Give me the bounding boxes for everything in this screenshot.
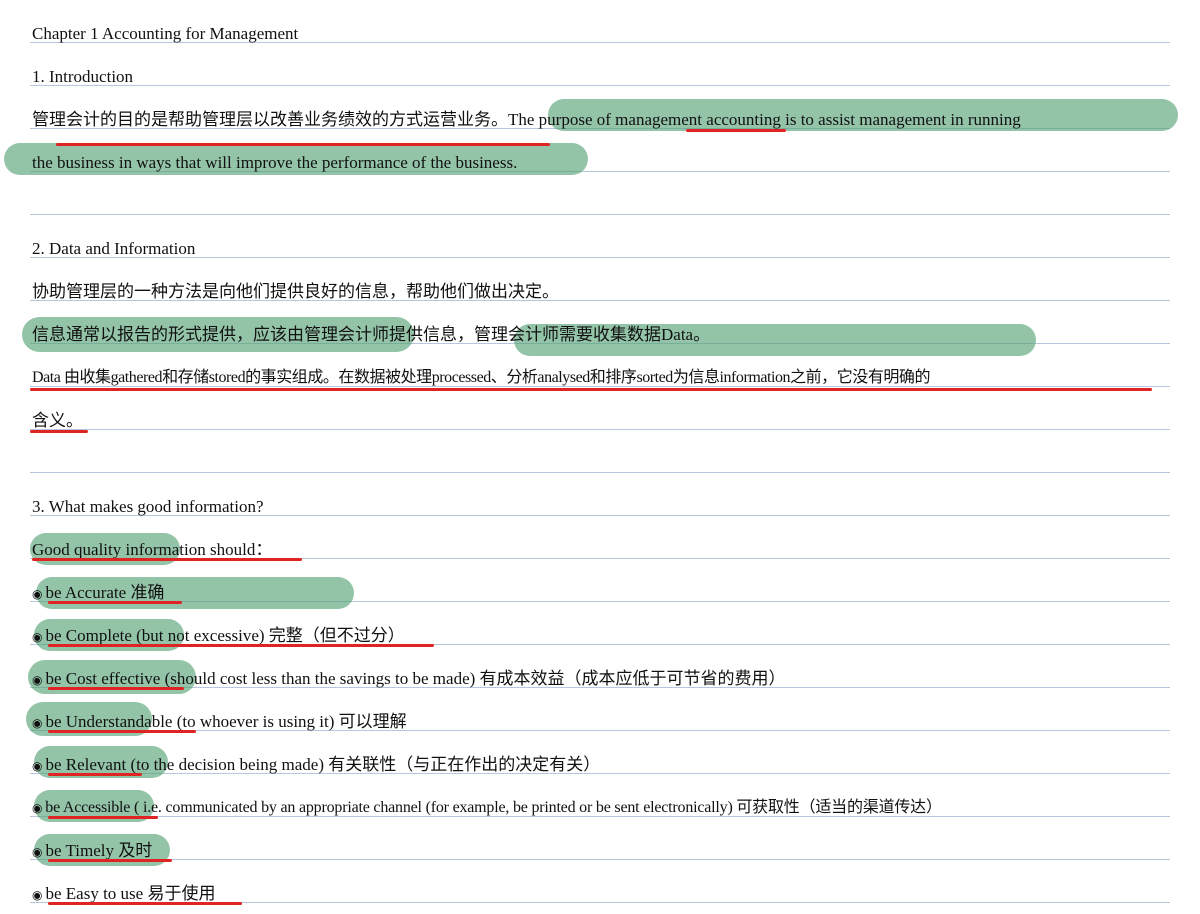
list-item-key: be Accessible (45, 799, 131, 816)
section-1-paragraph-line-2: the business in ways that will improve t… (32, 153, 518, 172)
ruled-line (30, 214, 1170, 215)
underline-mark (48, 773, 142, 776)
section-3-heading: 3. What makes good information? (32, 497, 264, 516)
radio-bullet-icon: ◉ (32, 801, 43, 815)
list-item-rest: t not excessive) 完整（但不过分） (158, 626, 405, 645)
list-item-key: be Timely (45, 841, 114, 860)
ruled-line (30, 859, 1170, 860)
radio-bullet-icon: ◉ (32, 587, 43, 601)
radio-bullet-icon: ◉ (32, 845, 43, 859)
radio-bullet-icon: ◉ (32, 673, 43, 687)
list-item-rest: (to the decision being made) 有关联性（与正在作出的… (126, 755, 601, 774)
underline-mark (48, 730, 196, 733)
list-item-key: be Complete (bu (45, 626, 159, 645)
radio-bullet-icon: ◉ (32, 630, 43, 644)
underline-mark (686, 129, 786, 132)
intro-english-text: accounting is to assist management in ru… (702, 110, 1021, 129)
section-2-line-2: 信息通常以报告的形式提供，应该由管理会计师提供信息，管理会计师需要收集数据Dat… (32, 325, 711, 344)
underline-mark (48, 687, 184, 690)
underline-mark (48, 859, 172, 862)
list-item-rest: ( i.e. communicated by an appropriate ch… (130, 799, 942, 816)
list-item-key: be Relevant (45, 755, 127, 774)
list-item-key: be Accurate (45, 583, 127, 602)
ruled-line (30, 429, 1170, 430)
underline-mark (48, 816, 158, 819)
underline-mark (32, 558, 302, 561)
intro-keyword-management: management (615, 110, 703, 129)
underline-mark (30, 388, 1152, 391)
list-item-rest: 准确 (126, 583, 165, 602)
ruled-line (30, 85, 1170, 86)
section-1-paragraph-line-1: 管理会计的目的是帮助管理层以改善业务绩效的方式运营业务。The purpose … (32, 110, 1021, 130)
ruled-line (30, 472, 1170, 473)
section-2-line-4: 含义。 (32, 411, 83, 430)
section-2-line-3: Data 由收集gathered和存储stored的事实组成。在数据被处理pro… (32, 369, 931, 386)
underline-mark (48, 644, 434, 647)
underline-mark (56, 143, 550, 146)
underline-mark (48, 902, 242, 905)
list-item-rest: (to whoever is using it) 可以理解 (172, 712, 407, 731)
list-item-key: be Easy to use (45, 884, 144, 903)
list-item-key: be Cost effective (45, 669, 161, 688)
intro-english-text: The purpose of (508, 110, 616, 129)
radio-bullet-icon: ◉ (32, 716, 43, 730)
underline-mark (30, 430, 88, 433)
ruled-line (30, 257, 1170, 258)
radio-bullet-icon: ◉ (32, 888, 43, 902)
chapter-title: Chapter 1 Accounting for Management (32, 24, 299, 43)
list-item-rest: 及时 (113, 841, 153, 860)
intro-chinese-text: 管理会计的目的是帮助管理层以改善业务绩效的方式运营业务。 (32, 110, 508, 129)
section-2-line-1: 协助管理层的一种方法是向他们提供良好的信息，帮助他们做出决定。 (32, 282, 559, 301)
list-item: ◉ be Accessible ( i.e. communicated by an… (32, 798, 942, 818)
section-2-heading: 2. Data and Information (32, 239, 196, 258)
list-item-key: be Understandable (45, 712, 173, 731)
section-1-heading: 1. Introduction (32, 67, 134, 86)
section-3-intro: Good quality information should： (32, 540, 273, 559)
list-item-rest: (should cost less than the savings to be… (160, 669, 786, 688)
list-item-rest: 易于使用 (143, 884, 216, 903)
underline-mark (48, 601, 182, 604)
radio-bullet-icon: ◉ (32, 759, 43, 773)
